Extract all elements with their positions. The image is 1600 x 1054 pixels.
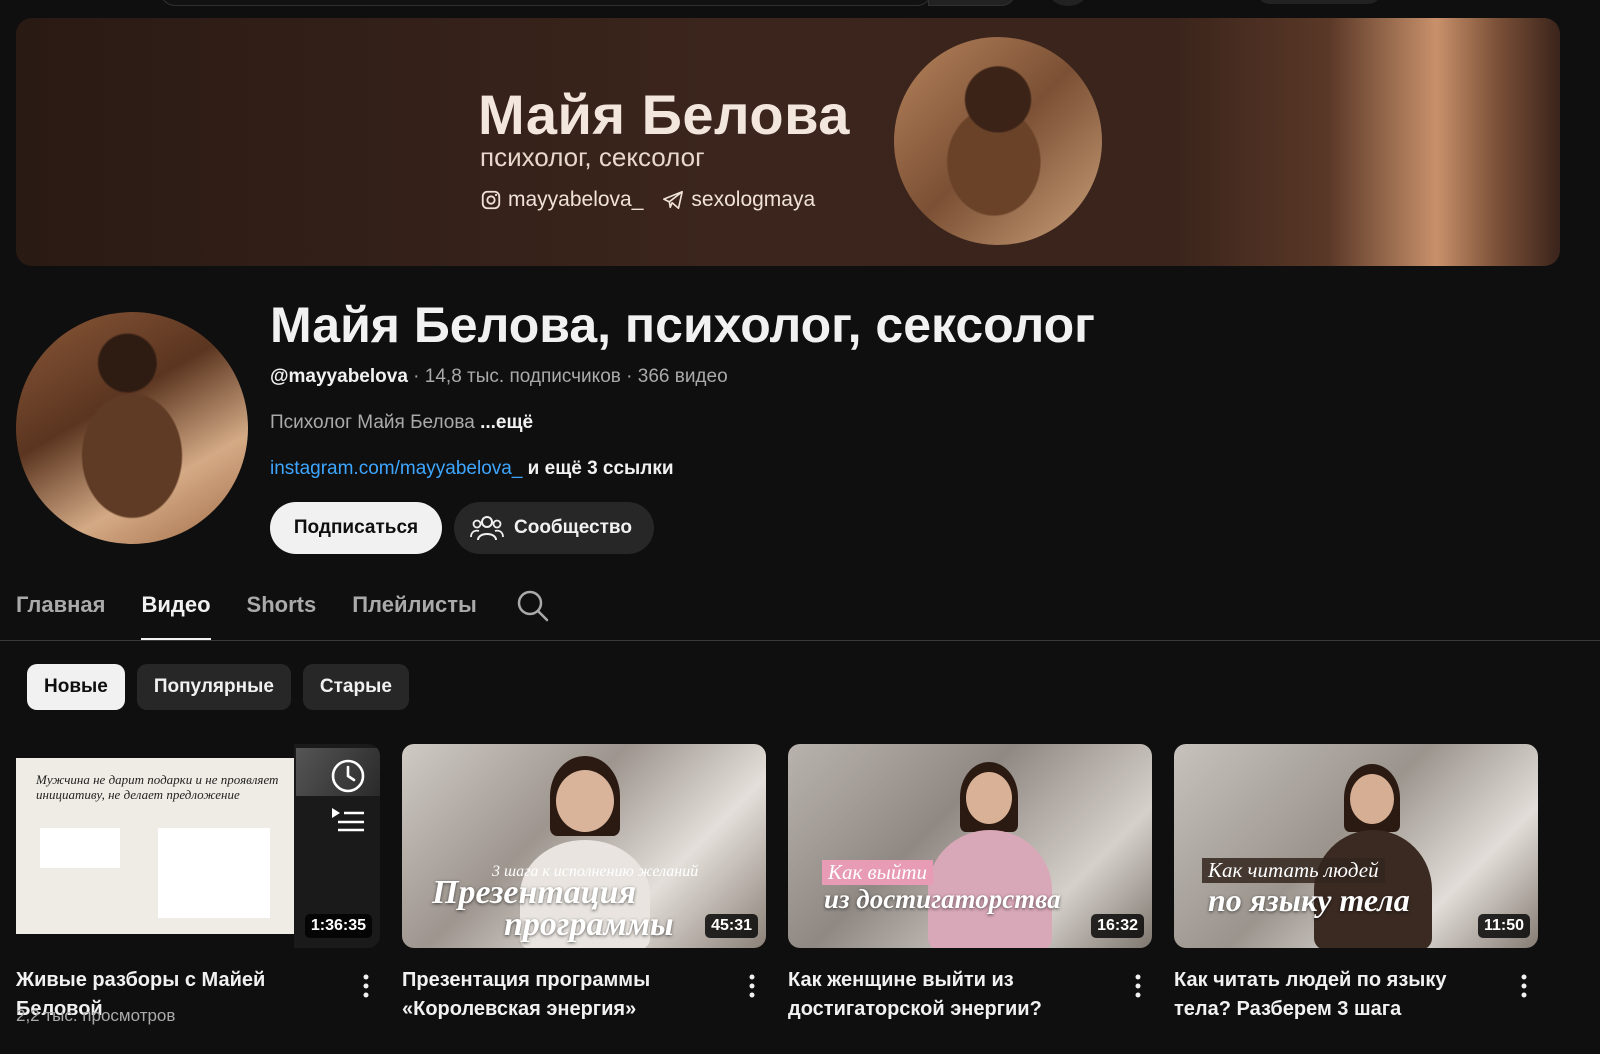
- video-thumbnail[interactable]: Как читать людей по языку тела 11:50: [1174, 744, 1538, 948]
- channel-links[interactable]: instagram.com/mayyabelova_ и ещё 3 ссылк…: [270, 458, 674, 480]
- community-icon: [470, 516, 504, 541]
- tab-shorts[interactable]: Shorts: [247, 580, 317, 640]
- banner-telegram-handle: sexologmaya: [691, 188, 816, 211]
- overlay-line1: по языку тела: [1208, 882, 1410, 918]
- watch-later-icon[interactable]: [330, 758, 366, 794]
- video-card[interactable]: Как читать людей по языку тела 11:50 Как…: [1174, 744, 1538, 1020]
- more-options-icon[interactable]: [742, 972, 762, 1000]
- top-bar: [0, 0, 1600, 16]
- search-input[interactable]: [160, 0, 932, 6]
- video-views: 2,2 тыс. просмотров: [16, 1006, 176, 1025]
- add-to-queue-icon[interactable]: [330, 804, 366, 834]
- chip-popular[interactable]: Популярные: [136, 664, 291, 710]
- channel-description[interactable]: Психолог Майя Белова ...ещё: [270, 412, 533, 434]
- thumbnail-slide: Мужчина не дарит подарки и не проявляет …: [16, 758, 294, 934]
- video-thumbnail[interactable]: 3 шага к исполнению желаний Презентация …: [402, 744, 766, 948]
- banner-instagram-handle: mayyabelova_: [508, 188, 644, 211]
- channel-meta: @mayyabelova · 14,8 тыс. подписчиков · 3…: [270, 366, 728, 388]
- video-duration: 1:36:35: [304, 914, 372, 938]
- description-more-link[interactable]: ...ещё: [480, 412, 533, 433]
- video-thumbnail[interactable]: Как выйти из достигаторства 16:32: [788, 744, 1152, 948]
- overlay-tag: Как выйти: [822, 860, 934, 885]
- overlay-tag: Как читать людей: [1202, 858, 1385, 883]
- banner-social: mayyabelova_ sexologmaya: [480, 188, 815, 212]
- banner-photo: [894, 37, 1102, 245]
- channel-banner: Майя Белова психолог, сексолог mayyabelo…: [16, 18, 1560, 266]
- instagram-icon: [481, 190, 501, 210]
- more-links[interactable]: и ещё 3 ссылки: [522, 458, 674, 479]
- community-label: Сообщество: [514, 517, 632, 538]
- channel-link[interactable]: instagram.com/mayyabelova_: [270, 458, 522, 479]
- chip-newest[interactable]: Новые: [27, 664, 125, 710]
- channel-stats: · 14,8 тыс. подписчиков · 366 видео: [407, 366, 728, 387]
- banner-telegram: sexologmaya: [661, 188, 815, 212]
- video-duration: 16:32: [1091, 914, 1144, 938]
- more-options-icon[interactable]: [356, 972, 376, 1000]
- top-action-button[interactable]: [1256, 0, 1382, 4]
- search-button[interactable]: [928, 0, 1016, 6]
- tab-playlists[interactable]: Плейлисты: [352, 580, 477, 640]
- more-options-icon[interactable]: [1514, 972, 1534, 1000]
- chip-oldest[interactable]: Старые: [302, 664, 409, 710]
- channel-handle: @mayyabelova: [270, 366, 408, 387]
- sort-chips: Новые Популярные Старые: [27, 664, 409, 710]
- channel-avatar[interactable]: [16, 312, 248, 544]
- overlay-line2: программы: [504, 906, 674, 943]
- video-title[interactable]: Презентация программы «Королевская энерг…: [402, 966, 722, 1024]
- video-duration: 11:50: [1477, 914, 1530, 938]
- subscribe-button[interactable]: Подписаться: [270, 502, 442, 554]
- video-card[interactable]: Как выйти из достигаторства 16:32 Как же…: [788, 744, 1152, 1020]
- description-text: Психолог Майя Белова: [270, 412, 481, 433]
- tab-home[interactable]: Главная: [16, 580, 105, 640]
- banner-subtitle: психолог, сексолог: [480, 142, 705, 172]
- video-duration: 45:31: [705, 914, 758, 938]
- tab-videos[interactable]: Видео: [141, 580, 211, 641]
- banner-title: Майя Белова: [478, 83, 850, 146]
- telegram-icon: [663, 190, 684, 210]
- community-button[interactable]: Сообщество: [454, 502, 654, 554]
- video-card[interactable]: 3 шага к исполнению желаний Презентация …: [402, 744, 766, 1020]
- channel-title: Майя Белова, психолог, сексолог: [270, 297, 1095, 353]
- video-title[interactable]: Как читать людей по языку тела? Разберем…: [1174, 966, 1494, 1024]
- video-thumbnail[interactable]: Мужчина не дарит подарки и не проявляет …: [16, 744, 380, 948]
- search-icon[interactable]: [516, 589, 550, 623]
- voice-search-button[interactable]: [1048, 0, 1088, 6]
- overlay-line1: из достигаторства: [824, 884, 1061, 914]
- slide-heading: Мужчина не дарит подарки и не проявляет …: [36, 772, 279, 802]
- channel-tabs: Главная Видео Shorts Плейлисты: [16, 580, 513, 641]
- tabs-divider: [0, 640, 1600, 641]
- video-card[interactable]: Мужчина не дарит подарки и не проявляет …: [16, 744, 380, 1025]
- more-options-icon[interactable]: [1128, 972, 1148, 1000]
- video-title[interactable]: Как женщине выйти из достигаторской энер…: [788, 966, 1108, 1024]
- banner-instagram: mayyabelova_: [480, 188, 643, 212]
